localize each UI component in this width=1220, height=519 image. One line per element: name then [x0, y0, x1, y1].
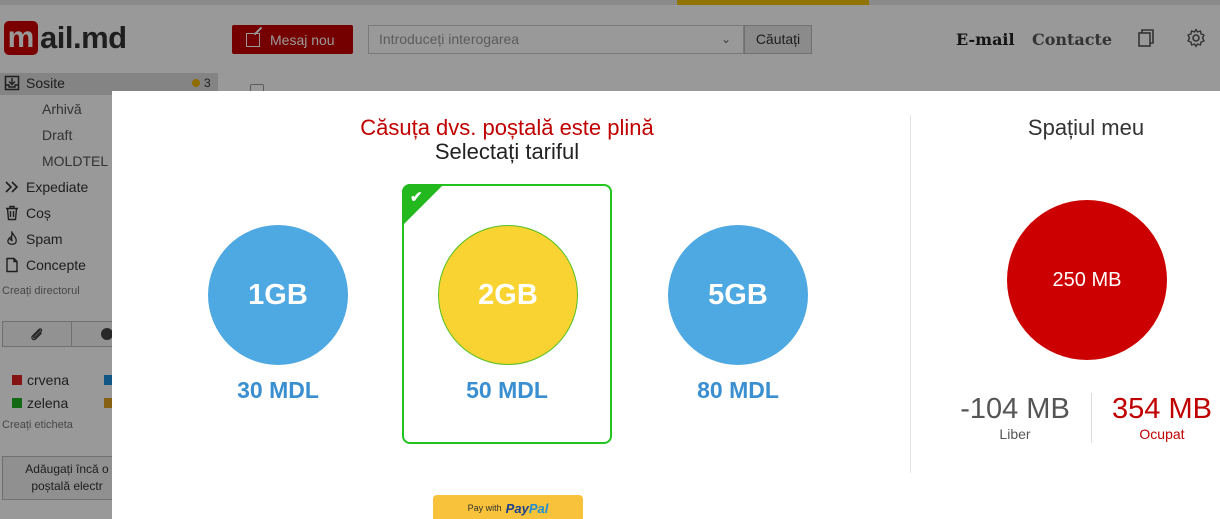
plan-price: 50 MDL [466, 377, 548, 403]
dialog-title: Căsuța dvs. poștală este plină [360, 115, 654, 140]
free-space-label: Liber [999, 426, 1031, 442]
selected-check-icon: ✔ [402, 184, 444, 226]
dialog-subtitle: Selectați tariful [434, 139, 580, 164]
plan-price: 80 MDL [697, 377, 779, 403]
plan-size: 2GB [478, 278, 538, 311]
used-space-value: 354 MB [1112, 393, 1212, 425]
paypal-logo-pay: Pay [505, 500, 529, 516]
plan-option-5gb[interactable]: 5GB 80 MDL [633, 184, 843, 444]
used-space-label: Ocupat [1139, 426, 1185, 442]
plan-price: 30 MDL [237, 377, 319, 403]
paypal-logo-pal: Pal [528, 500, 549, 516]
vertical-divider [910, 115, 911, 473]
mailbox-full-dialog: Căsuța dvs. poștală este plină Selectați… [112, 91, 1220, 519]
plan-option-1gb[interactable]: 1GB 30 MDL [173, 184, 383, 444]
plan-size: 1GB [248, 278, 308, 311]
check-corner-triangle [402, 184, 444, 226]
storage-total-circle: 250 MB [1007, 200, 1167, 360]
plan-circle: 5GB [668, 225, 808, 365]
plan-option-2gb[interactable]: ✔ 2GB 50 MDL [402, 184, 612, 444]
plan-circle: 2GB [438, 225, 578, 365]
paypal-prefix: Pay with [467, 503, 502, 513]
plan-circle: 1GB [208, 225, 348, 365]
checkmark-icon: ✔ [410, 189, 423, 206]
my-space-title: Spațiul meu [1027, 115, 1145, 140]
storage-total: 250 MB [1052, 268, 1122, 291]
stats-divider [1091, 393, 1092, 443]
free-space-value: -104 MB [960, 393, 1070, 425]
paypal-button[interactable]: Pay with Pay Pal [433, 495, 583, 519]
plan-size: 5GB [708, 278, 768, 311]
